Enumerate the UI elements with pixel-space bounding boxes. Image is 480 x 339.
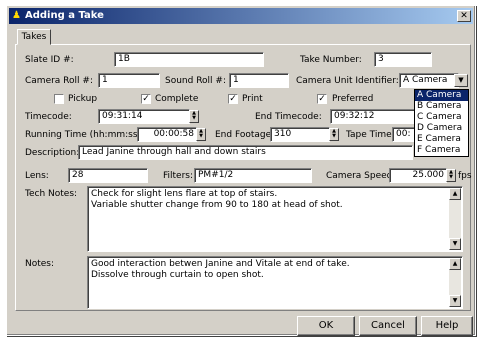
take-number-input[interactable]: 3	[374, 52, 432, 67]
camera-roll-input[interactable]: 1	[98, 73, 160, 88]
print-label: Print	[242, 94, 263, 104]
scroll-down-icon[interactable]: ▼	[449, 295, 461, 307]
tab-takes[interactable]: Takes	[17, 29, 51, 45]
description-label: Description:	[25, 148, 80, 158]
cancel-button[interactable]: Cancel	[359, 316, 417, 336]
sound-roll-input[interactable]: 1	[229, 73, 289, 88]
camera-unit-label: Camera Unit Identifier:	[296, 76, 399, 86]
camera-option[interactable]: F Camera	[415, 145, 468, 156]
end-timecode-input[interactable]: 09:32:12	[330, 109, 422, 124]
running-time-spinner[interactable]: ▲ ▼	[196, 128, 206, 141]
close-button[interactable]: ✕	[457, 10, 471, 22]
notes-line: Good interaction betwen Janine and Vital…	[91, 259, 350, 269]
camera-option[interactable]: D Camera	[415, 123, 468, 134]
timecode-label: Timecode:	[25, 112, 72, 122]
chevron-down-icon[interactable]: ▼	[454, 74, 468, 87]
tech-notes-scrollbar[interactable]: ▲ ▼	[449, 188, 461, 250]
pickup-label: Pickup	[68, 94, 98, 104]
camera-roll-label: Camera Roll #:	[25, 76, 93, 86]
camera-option[interactable]: B Camera	[415, 101, 468, 112]
scroll-up-icon[interactable]: ▲	[449, 258, 461, 270]
window-title: Adding a Take	[25, 10, 104, 21]
camera-speed-label: Camera Speed:	[326, 171, 396, 181]
tape-time-label: Tape Time:	[346, 130, 395, 140]
running-time-input[interactable]: 00:00:58	[137, 127, 197, 142]
preferred-label: Preferred	[332, 94, 374, 104]
end-footage-input[interactable]: 310	[270, 127, 330, 142]
help-button[interactable]: Help	[421, 316, 473, 336]
takes-panel: Slate ID #: 1B Take Number: 3 Camera Rol…	[15, 44, 472, 311]
end-footage-spinner[interactable]: ▲ ▼	[329, 128, 339, 141]
title-bar[interactable]: ♟ Adding a Take ✕	[9, 8, 473, 24]
timecode-input[interactable]: 09:31:14	[98, 109, 190, 124]
camera-option[interactable]: E Camera	[415, 134, 468, 145]
complete-checkbox[interactable]: ✓	[141, 94, 151, 104]
slate-id-label: Slate ID #:	[25, 55, 74, 65]
ok-button[interactable]: OK	[297, 316, 355, 336]
filters-input[interactable]: PM#1/2	[194, 168, 312, 183]
tech-notes-textarea[interactable]: Check for slight lens flare at top of st…	[87, 186, 463, 252]
take-number-label: Take Number:	[300, 55, 362, 65]
fps-label: fps	[458, 171, 472, 181]
pickup-checkbox[interactable]	[54, 94, 64, 104]
camera-speed-spinner[interactable]: ▲ ▼	[446, 169, 456, 182]
notes-label: Notes:	[25, 259, 55, 269]
camera-option[interactable]: A Camera	[415, 90, 468, 101]
camera-speed-input[interactable]: 25.000	[389, 168, 447, 183]
tech-notes-line: Variable shutter change from 90 to 180 a…	[91, 200, 343, 210]
person-icon: ♟	[12, 10, 21, 21]
tech-notes-line: Check for slight lens flare at top of st…	[91, 189, 278, 199]
complete-label: Complete	[155, 94, 199, 104]
running-time-label: Running Time (hh:mm:ss):	[25, 130, 145, 140]
tape-time-input[interactable]: 00:	[392, 127, 416, 142]
print-checkbox[interactable]: ✓	[228, 94, 238, 104]
filters-label: Filters:	[163, 171, 194, 181]
slate-id-input[interactable]: 1B	[114, 52, 264, 67]
notes-scrollbar[interactable]: ▲ ▼	[449, 258, 461, 307]
camera-option[interactable]: C Camera	[415, 112, 468, 123]
notes-textarea[interactable]: Good interaction betwen Janine and Vital…	[87, 256, 463, 309]
camera-unit-dropdown-list: A Camera B Camera C Camera D Camera E Ca…	[414, 89, 469, 157]
description-input[interactable]: Lead Janine through hall and down stairs	[78, 145, 413, 160]
tech-notes-label: Tech Notes:	[25, 189, 78, 199]
lens-label: Lens:	[25, 171, 49, 181]
scroll-up-icon[interactable]: ▲	[449, 188, 461, 200]
lens-input[interactable]: 28	[68, 168, 148, 183]
scroll-down-icon[interactable]: ▼	[449, 238, 461, 250]
end-footage-label: End Footage:	[215, 130, 275, 140]
end-timecode-label: End Timecode:	[255, 112, 322, 122]
timecode-spinner[interactable]: ▲ ▼	[189, 110, 199, 123]
sound-roll-label: Sound Roll #:	[165, 76, 226, 86]
notes-line: Dissolve through curtain to open shot.	[91, 270, 264, 280]
preferred-checkbox[interactable]: ✓	[317, 94, 327, 104]
adding-take-dialog: ♟ Adding a Take ✕ Takes Slate ID #: 1B T…	[6, 5, 476, 336]
camera-unit-select[interactable]: A Camera	[399, 73, 459, 88]
